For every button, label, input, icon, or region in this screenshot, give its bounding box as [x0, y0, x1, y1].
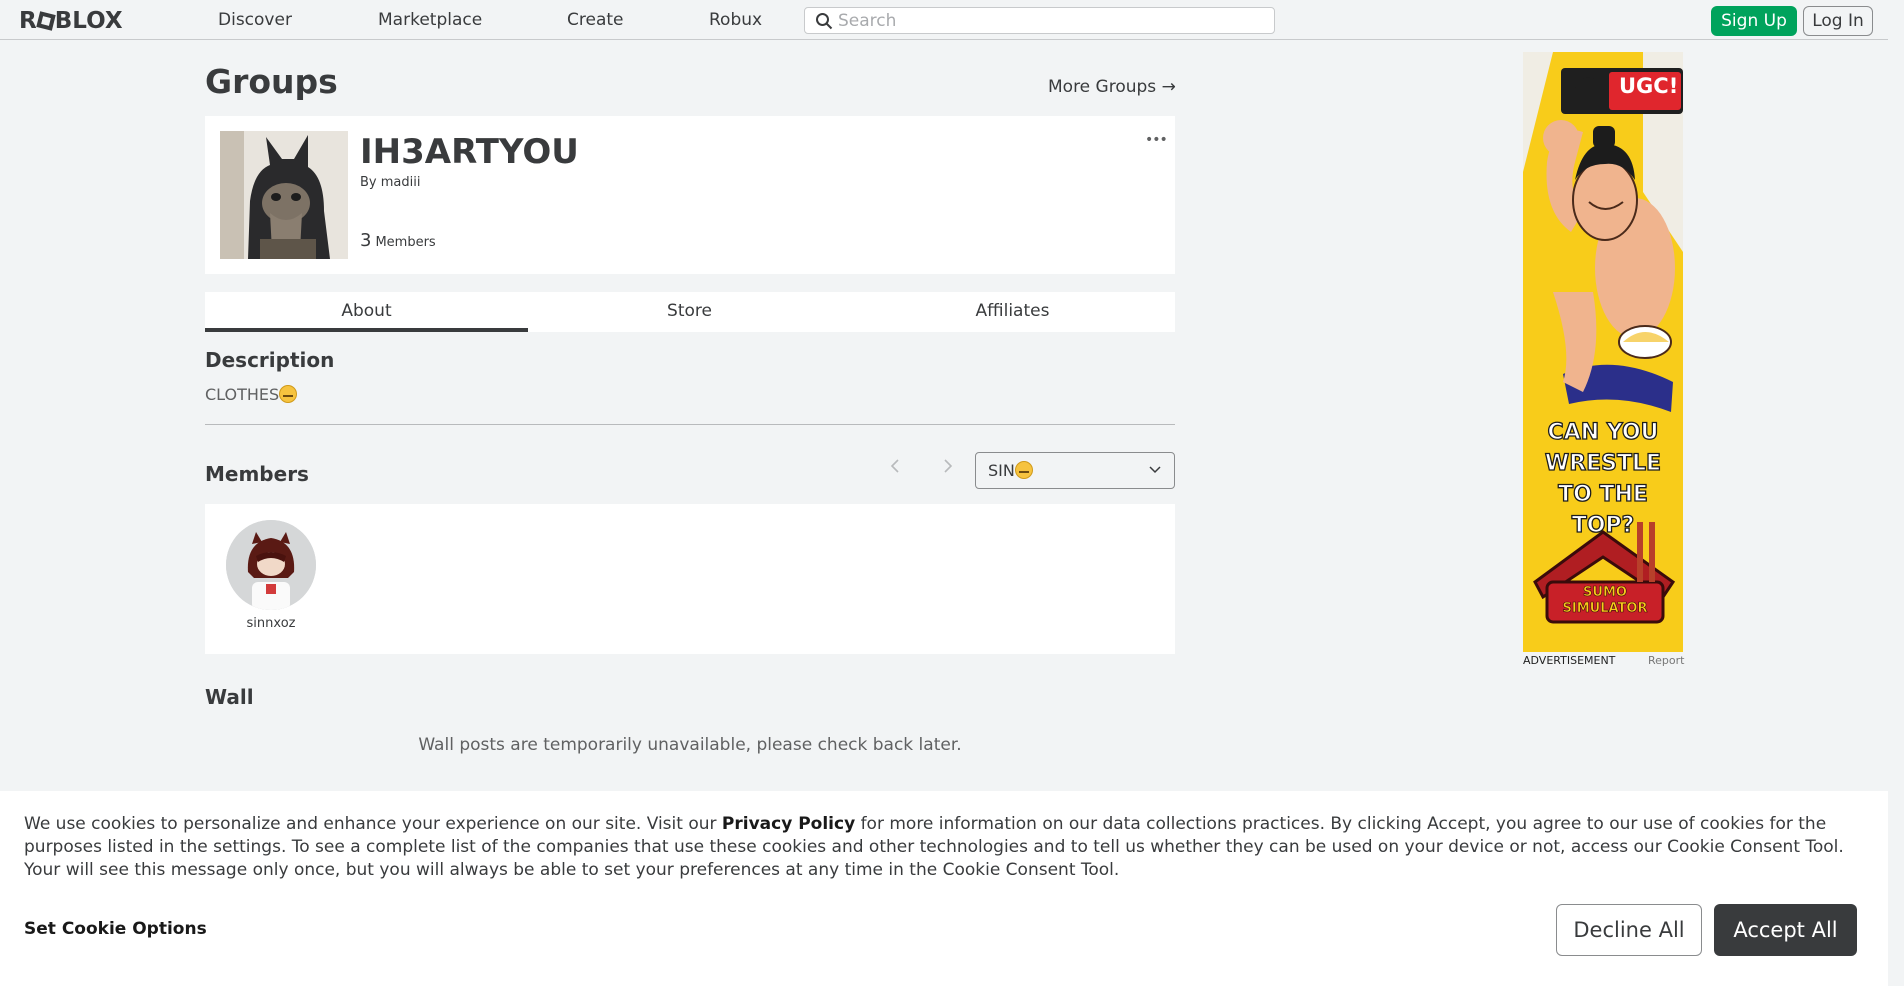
set-cookie-options-link[interactable]: Set Cookie Options: [24, 919, 207, 939]
group-tabs: About Store Affiliates: [205, 292, 1175, 332]
group-owner-prefix: By: [360, 175, 377, 190]
role-name: SIN: [988, 461, 1015, 480]
advertisement-banner[interactable]: UGC! CAN YOU WRESTLE TO THE TOP? SUMO SI…: [1523, 52, 1683, 652]
roblox-logo[interactable]: R BLOX: [19, 8, 123, 34]
member-count-label: Members: [375, 235, 436, 250]
log-in-button[interactable]: Log In: [1803, 6, 1873, 36]
tab-affiliates[interactable]: Affiliates: [851, 292, 1174, 332]
nav-create[interactable]: Create: [567, 10, 624, 30]
page-title: Groups: [205, 62, 338, 101]
emoji-icon: [279, 385, 298, 403]
role-dropdown[interactable]: SIN: [975, 452, 1175, 489]
ad-badge: UGC!: [1619, 74, 1679, 98]
group-emblem-image: [220, 131, 348, 259]
accept-all-button[interactable]: Accept All: [1714, 904, 1857, 956]
avatar[interactable]: [226, 520, 316, 610]
members-title: Members: [205, 462, 309, 486]
chevron-down-icon: [1149, 466, 1161, 474]
emoji-icon: [1014, 461, 1033, 479]
group-owner-link[interactable]: madiii: [381, 175, 421, 190]
more-groups-link[interactable]: More Groups →: [1048, 77, 1176, 97]
sumo-ad-art-icon: [1523, 52, 1683, 652]
description-body: CLOTHES: [205, 385, 280, 404]
ad-headline: CAN YOU WRESTLE TO THE TOP?: [1544, 419, 1662, 538]
report-ad-link[interactable]: Report: [1648, 654, 1684, 667]
top-nav: R BLOX Discover Marketplace Create Robux …: [0, 0, 1888, 40]
privacy-policy-link[interactable]: Privacy Policy: [722, 814, 855, 834]
search-icon[interactable]: [815, 12, 833, 30]
group-header-card: IH3ARTYOU By madiii 3 Members •••: [205, 116, 1175, 274]
search-box: [804, 7, 1275, 34]
previous-page-icon[interactable]: [889, 457, 901, 480]
description-title: Description: [205, 348, 335, 372]
members-list: sinnxoz: [205, 504, 1175, 654]
search-input[interactable]: [838, 10, 1258, 32]
sign-up-button[interactable]: Sign Up: [1711, 6, 1797, 36]
tab-store[interactable]: Store: [528, 292, 851, 332]
more-options-icon[interactable]: •••: [1145, 132, 1168, 148]
divider: [205, 424, 1175, 425]
group-name: IH3ARTYOU: [360, 132, 579, 172]
wall-title: Wall: [205, 685, 254, 709]
advertisement-label: ADVERTISEMENT: [1523, 654, 1616, 667]
cat-photo-icon: [220, 131, 348, 259]
page-scrollbar[interactable]: [1888, 0, 1904, 986]
group-member-count: 3 Members: [360, 230, 436, 251]
group-owner: By madiii: [360, 175, 420, 190]
nav-marketplace[interactable]: Marketplace: [378, 10, 482, 30]
decline-all-button[interactable]: Decline All: [1556, 904, 1702, 956]
member-count-value: 3: [360, 230, 372, 251]
nav-robux[interactable]: Robux: [709, 10, 762, 30]
cookie-text-before: We use cookies to personalize and enhanc…: [24, 814, 722, 834]
list-item[interactable]: sinnxoz: [225, 520, 317, 631]
next-page-icon[interactable]: [942, 457, 954, 480]
avatar-icon: [226, 520, 316, 610]
cookie-banner: We use cookies to personalize and enhanc…: [0, 791, 1888, 986]
wall-message: Wall posts are temporarily unavailable, …: [418, 735, 962, 755]
description-text: CLOTHES: [205, 385, 298, 404]
cookie-message: We use cookies to personalize and enhanc…: [24, 813, 1864, 882]
member-name[interactable]: sinnxoz: [225, 616, 317, 631]
tab-about[interactable]: About: [205, 292, 528, 332]
nav-discover[interactable]: Discover: [218, 10, 292, 30]
role-dropdown-value: SIN: [988, 461, 1033, 480]
ad-game-title: SUMO SIMULATOR: [1562, 585, 1648, 617]
